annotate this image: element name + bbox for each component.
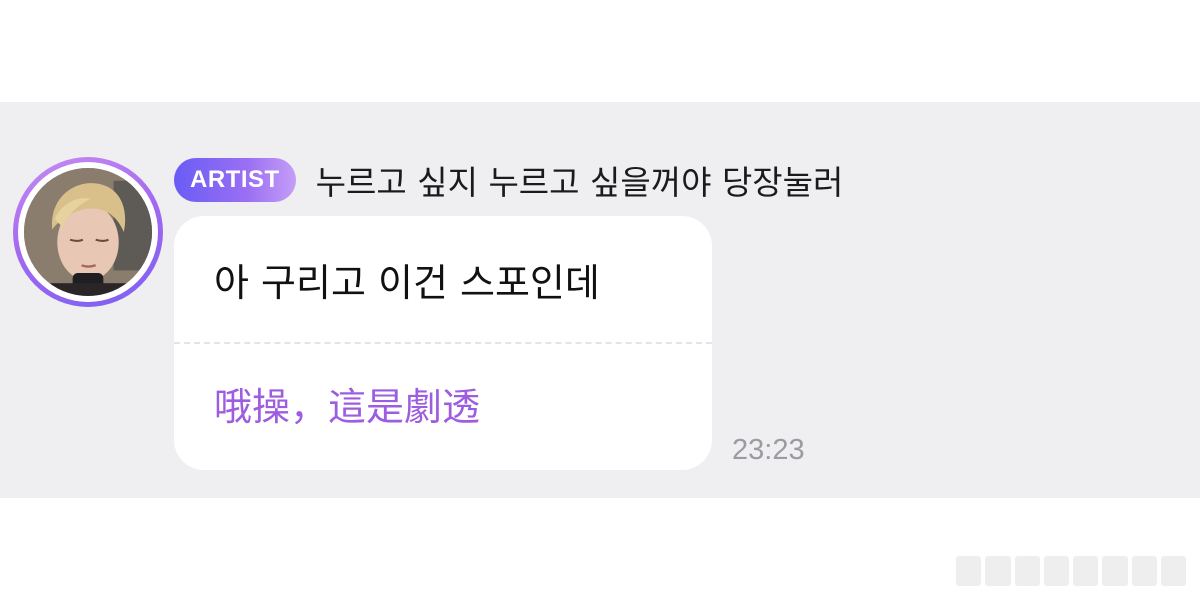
message-translation-text: 哦操，這是劇透 [214, 385, 481, 429]
watermark [956, 556, 1186, 586]
message-timestamp: 23:23 [732, 434, 805, 466]
message-original-text: 아 구리고 이건 스포인데 [214, 261, 600, 305]
artist-badge: ARTIST [174, 158, 296, 202]
avatar-image-icon [24, 168, 152, 296]
sender-name[interactable]: 누르고 싶지 누르고 싶을꺼야 당장눌러 [316, 156, 844, 204]
message-bubble[interactable]: 아 구리고 이건 스포인데 哦操，這是劇透 [174, 216, 712, 470]
artist-avatar[interactable] [13, 157, 163, 307]
avatar-photo [24, 168, 152, 296]
sender-header: ARTIST 누르고 싶지 누르고 싶을꺼야 당장눌러 [174, 157, 843, 203]
chat-screen: ARTIST 누르고 싶지 누르고 싶을꺼야 당장눌러 아 구리고 이건 스포인… [0, 0, 1200, 600]
translation-divider [174, 342, 712, 344]
